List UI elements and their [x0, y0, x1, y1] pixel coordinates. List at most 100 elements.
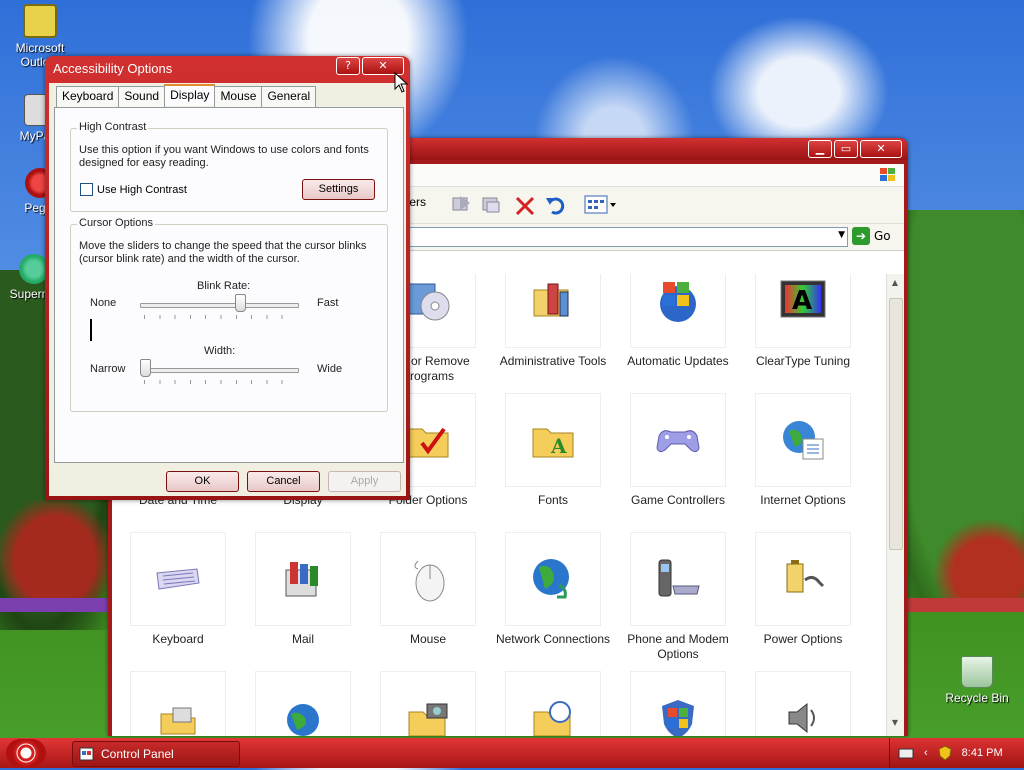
high-contrast-label: High Contrast [77, 121, 149, 133]
go-button[interactable]: ➔ Go [852, 227, 891, 245]
camera-folder-icon [408, 703, 448, 736]
globe-icon [287, 704, 319, 736]
go-arrow-icon: ➔ [852, 227, 870, 245]
copy-to-icon[interactable] [480, 193, 504, 215]
blink-rate-max-label: Fast [317, 297, 339, 309]
clock[interactable]: 8:41 PM [962, 747, 1003, 759]
windows-update-icon [660, 282, 696, 322]
cp-item-administrative-tools[interactable]: Administrative Tools [493, 274, 613, 369]
background-bush [934, 520, 1024, 610]
shield-icon [662, 700, 694, 736]
slider-ticks [144, 380, 295, 384]
width-min-label: Narrow [90, 363, 126, 375]
high-contrast-description: Use this option if you want Windows to u… [79, 144, 369, 169]
blink-rate-label: Blink Rate: [197, 280, 251, 292]
cancel-button[interactable]: Cancel [247, 471, 320, 492]
gamepad-icon [656, 430, 700, 453]
undo-icon[interactable] [544, 194, 568, 216]
network-globe-icon [533, 559, 569, 599]
start-button[interactable] [6, 739, 46, 767]
cp-item-power-options[interactable]: Power Options [743, 532, 863, 647]
vertical-scrollbar[interactable]: ▲ ▼ [886, 274, 904, 736]
keyboard-tray-icon[interactable] [898, 747, 914, 759]
cp-item-phone-and-modem[interactable]: Phone and Modem Options [618, 532, 738, 662]
settings-button[interactable]: Settings [302, 179, 375, 200]
cursor-width-slider[interactable] [140, 359, 299, 385]
security-shield-icon[interactable] [938, 745, 952, 761]
cp-item-network-connections[interactable]: Network Connections [493, 532, 613, 647]
minimize-button[interactable]: ▁ [808, 140, 832, 158]
checkbox-box[interactable] [80, 183, 93, 196]
tab-general[interactable]: General [261, 86, 317, 108]
taskbar: Control Panel ‹ 8:41 PM [0, 738, 1024, 768]
fonts-folder-icon: A [532, 428, 574, 458]
admin-tools-icon [533, 283, 569, 317]
chevron-left-icon[interactable]: ‹ [924, 747, 928, 759]
cursor-width-thumb[interactable] [140, 359, 151, 377]
scroll-down-icon[interactable]: ▼ [889, 718, 901, 732]
width-label: Width: [204, 345, 236, 357]
cp-item-internet-options[interactable]: Internet Options [743, 393, 863, 508]
maximize-button[interactable]: ▭ [834, 140, 858, 158]
cp-item-cleartype-tuning[interactable]: A ClearType Tuning [743, 274, 863, 369]
printer-icon [160, 707, 196, 735]
cp-item-scheduled-tasks[interactable] [493, 671, 613, 736]
cp-item-mouse[interactable]: Mouse [368, 532, 488, 647]
cp-item-keyboard[interactable]: Keyboard [118, 532, 238, 647]
tab-mouse[interactable]: Mouse [214, 86, 263, 108]
outlook-icon [23, 4, 57, 38]
ok-button[interactable]: OK [166, 471, 239, 492]
start-logo-icon [17, 744, 35, 762]
battery-plug-icon [786, 560, 825, 593]
windows-logo-icon [880, 168, 895, 181]
cp-item-regional[interactable] [243, 671, 363, 736]
cursor-options-label: Cursor Options [77, 217, 155, 229]
blink-rate-thumb[interactable] [235, 294, 246, 312]
cp-item-scanners-cameras[interactable] [368, 671, 488, 736]
tab-display[interactable]: Display [164, 84, 216, 106]
blink-rate-slider[interactable] [140, 294, 299, 320]
folder-check-icon [407, 427, 449, 458]
add-remove-icon [408, 283, 450, 321]
recycle-bin-icon [961, 656, 993, 688]
mouse-pointer-icon [394, 72, 409, 93]
cp-item-security-center[interactable] [618, 671, 738, 736]
taskbar-item-control-panel[interactable]: Control Panel [72, 741, 240, 767]
background-flowers [908, 598, 1024, 612]
cp-item-fonts[interactable]: A Fonts [493, 393, 613, 508]
move-to-icon[interactable] [450, 193, 474, 215]
cp-item-sounds[interactable] [743, 671, 863, 736]
apply-button[interactable]: Apply [328, 471, 401, 492]
scrollbar-thumb[interactable] [889, 298, 903, 550]
tab-keyboard[interactable]: Keyboard [56, 86, 120, 108]
close-button[interactable]: ✕ [860, 140, 902, 158]
delete-icon[interactable] [514, 195, 536, 217]
slider-ticks [144, 315, 295, 319]
system-tray: ‹ 8:41 PM [889, 738, 1024, 768]
slider-track [140, 368, 299, 373]
use-high-contrast-checkbox[interactable]: Use High Contrast [80, 183, 187, 196]
cp-item-game-controllers[interactable]: Game Controllers [618, 393, 738, 508]
accessibility-options-dialog: Accessibility Options ? ✕ Keyboard Sound… [45, 56, 410, 500]
scroll-up-icon[interactable]: ▲ [889, 278, 901, 292]
desktop-icon-recycle-bin[interactable]: Recycle Bin [942, 656, 1012, 705]
tab-strip: Keyboard Sound Display Mouse General [56, 84, 317, 108]
cp-item-mail[interactable]: Mail [243, 532, 363, 647]
width-max-label: Wide [317, 363, 343, 375]
globe-doc-icon [783, 421, 824, 460]
cp-item-printers[interactable] [118, 671, 238, 736]
help-button[interactable]: ? [336, 57, 360, 75]
cp-item-automatic-updates[interactable]: Automatic Updates [618, 274, 738, 369]
dialog-title[interactable]: Accessibility Options [53, 61, 172, 76]
views-icon[interactable] [584, 195, 618, 215]
cursor-options-description: Move the sliders to change the speed tha… [79, 240, 367, 265]
background-bush [0, 500, 110, 600]
slider-track [140, 303, 299, 308]
blink-rate-min-label: None [90, 297, 117, 309]
phone-modem-icon [658, 559, 700, 597]
svg-text:A: A [792, 286, 812, 316]
high-contrast-group: High Contrast Use this option if you wan… [70, 121, 388, 212]
tab-sound[interactable]: Sound [118, 86, 166, 108]
mouse-icon [414, 560, 445, 602]
chevron-down-icon[interactable]: ▼ [838, 230, 845, 240]
